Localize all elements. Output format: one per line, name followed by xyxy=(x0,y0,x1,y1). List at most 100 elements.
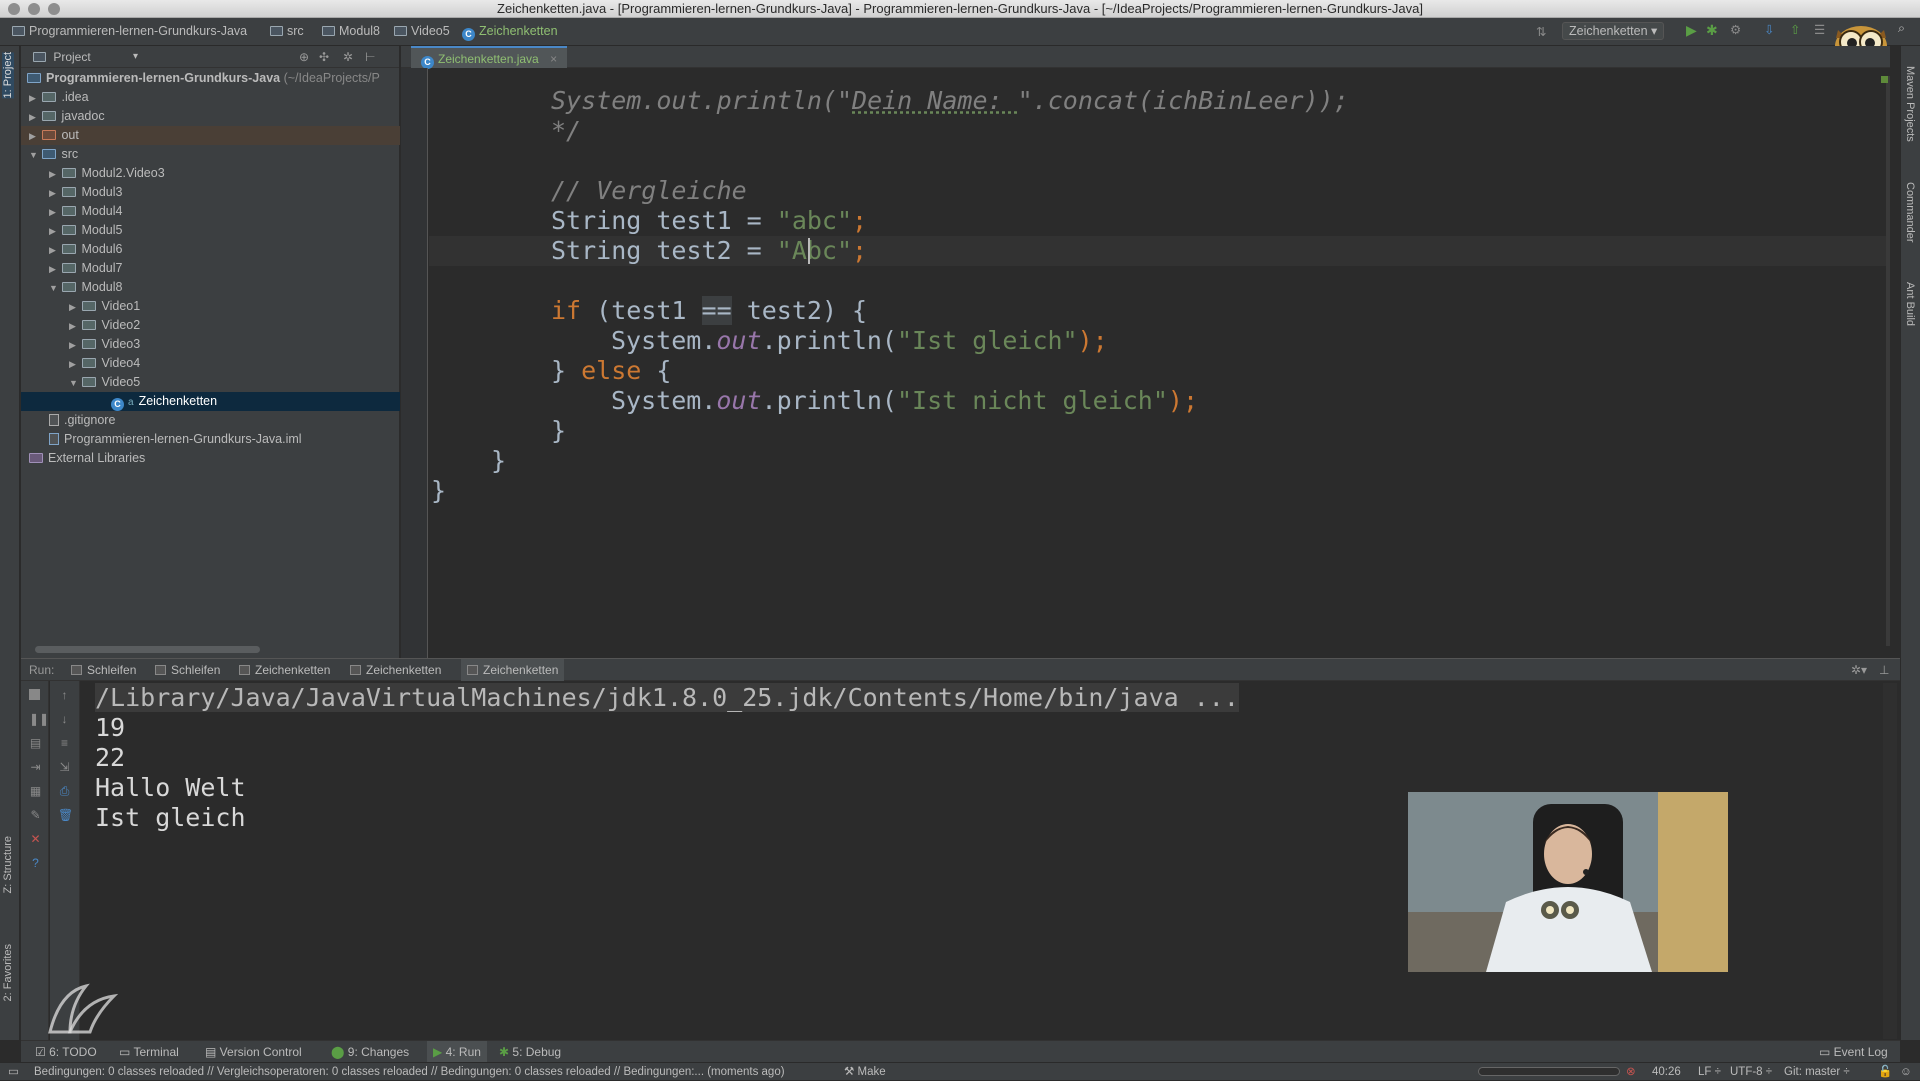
console-line[interactable]: 22 xyxy=(95,743,125,773)
hide-panel-icon[interactable]: ⊥ xyxy=(1879,659,1889,681)
breadcrumb-src[interactable]: src xyxy=(270,24,304,38)
chevron-down-icon[interactable]: ▼ xyxy=(69,374,79,393)
stop-icon[interactable] xyxy=(29,689,40,700)
arrow-up-icon[interactable]: ↑ xyxy=(58,689,71,702)
console-line[interactable]: /Library/Java/JavaVirtualMachines/jdk1.8… xyxy=(95,683,1239,713)
tree-item-modul5[interactable]: ▶ Modul5 xyxy=(21,221,400,240)
code-area[interactable]: System.out.println("Dein Name: ".concat(… xyxy=(401,46,1890,658)
dump-threads-icon[interactable]: ▤ xyxy=(29,737,42,750)
chevron-right-icon[interactable]: ▶ xyxy=(69,355,79,374)
exit-icon[interactable]: ⇥ xyxy=(29,761,42,774)
hide-panel-icon[interactable]: ⊢ xyxy=(365,46,375,68)
chevron-right-icon[interactable]: ▶ xyxy=(29,108,39,127)
tree-item-video2[interactable]: ▶ Video2 xyxy=(21,316,400,335)
changes-tab[interactable]: ⬤ 9: Changes xyxy=(331,1041,409,1063)
chevron-right-icon[interactable]: ▶ xyxy=(49,260,59,279)
file-encoding[interactable]: UTF-8 ÷ xyxy=(1730,1063,1772,1081)
gear-icon[interactable]: ✲▾ xyxy=(1851,659,1867,681)
close-window-button[interactable] xyxy=(8,3,20,15)
tree-item-modul3[interactable]: ▶ Modul3 xyxy=(21,183,400,202)
console-line[interactable]: Hallo Welt xyxy=(95,773,246,803)
horizontal-scrollbar[interactable] xyxy=(35,646,260,653)
project-tool-tab[interactable]: 1: Project xyxy=(2,52,14,99)
status-toggle-icon[interactable]: ▭ xyxy=(8,1063,19,1081)
console-scrollbar[interactable] xyxy=(1883,683,1897,1039)
soft-wrap-icon[interactable]: ≡ xyxy=(58,737,71,750)
chevron-down-icon[interactable]: ▼ xyxy=(49,279,59,298)
locate-icon[interactable]: ⊕ xyxy=(299,46,309,68)
tree-item-javadoc[interactable]: ▶ javadoc xyxy=(21,107,400,126)
tree-item-modul4[interactable]: ▶ Modul4 xyxy=(21,202,400,221)
run-tab-schleifen-2[interactable]: Schleifen xyxy=(155,659,220,681)
gear-icon[interactable]: ✲ xyxy=(343,46,353,68)
tree-item-modul8[interactable]: ▼ Modul8 xyxy=(21,278,400,297)
breadcrumb-video5[interactable]: Video5 xyxy=(394,24,450,38)
tree-item-iml[interactable]: Programmieren-lernen-Grundkurs-Java.iml xyxy=(21,430,400,449)
maven-tool-tab[interactable]: Maven Projects xyxy=(1904,66,1916,142)
ant-build-tool-tab[interactable]: Ant Build xyxy=(1904,282,1916,326)
chevron-down-icon[interactable]: ▼ xyxy=(29,146,39,165)
make-status[interactable]: ⚒ Make xyxy=(844,1063,886,1081)
breadcrumb-project[interactable]: Programmieren-lernen-Grundkurs-Java xyxy=(12,24,247,38)
run-tool-tab[interactable]: ▶ 4: Run xyxy=(427,1041,487,1063)
chevron-right-icon[interactable]: ▶ xyxy=(69,317,79,336)
run-tab-zeichenketten-1[interactable]: Zeichenketten xyxy=(239,659,330,681)
inspection-status-icon[interactable] xyxy=(1881,76,1888,83)
tree-item-out[interactable]: ▶ out xyxy=(21,126,400,145)
git-branch[interactable]: Git: master ÷ xyxy=(1784,1063,1850,1081)
vcs-commit-icon[interactable]: ⇧ xyxy=(1790,22,1800,37)
tree-item-modul6[interactable]: ▶ Modul6 xyxy=(21,240,400,259)
tree-item-video5[interactable]: ▼ Video5 xyxy=(21,373,400,392)
coverage-icon[interactable]: ⚙ xyxy=(1730,22,1741,37)
minimize-window-button[interactable] xyxy=(28,3,40,15)
run-tab-zeichenketten-3[interactable]: Zeichenketten xyxy=(461,659,565,681)
tree-root[interactable]: Programmieren-lernen-Grundkurs-Java (~/I… xyxy=(21,69,400,88)
chevron-right-icon[interactable]: ▶ xyxy=(49,165,59,184)
console-line[interactable]: 19 xyxy=(95,713,125,743)
tree-item-video4[interactable]: ▶ Video4 xyxy=(21,354,400,373)
sort-icon[interactable]: ⇅ xyxy=(1536,24,1546,39)
zoom-window-button[interactable] xyxy=(48,3,60,15)
chevron-right-icon[interactable]: ▶ xyxy=(69,298,79,317)
commander-tool-tab[interactable]: Commander xyxy=(1904,182,1916,243)
layout-icon[interactable]: ▦ xyxy=(29,785,42,798)
arrow-down-icon[interactable]: ↓ xyxy=(58,713,71,726)
todo-tab[interactable]: ☑ 6: TODO xyxy=(35,1041,97,1063)
error-icon[interactable]: ⊗ xyxy=(1626,1063,1636,1081)
project-view-select[interactable]: Project xyxy=(53,50,90,64)
trash-icon[interactable]: 🗑 xyxy=(58,809,73,822)
chevron-right-icon[interactable]: ▶ xyxy=(29,127,39,146)
chevron-right-icon[interactable]: ▶ xyxy=(29,89,39,108)
chevron-right-icon[interactable]: ▶ xyxy=(49,184,59,203)
tree-item-modul2-video3[interactable]: ▶ Modul2.Video3 xyxy=(21,164,400,183)
lock-icon[interactable]: 🔓 xyxy=(1878,1063,1892,1081)
chevron-right-icon[interactable]: ▶ xyxy=(49,203,59,222)
tree-item-src[interactable]: ▼ src xyxy=(21,145,400,164)
run-tab-zeichenketten-2[interactable]: Zeichenketten xyxy=(350,659,441,681)
run-tab-schleifen-1[interactable]: Schleifen xyxy=(71,659,136,681)
favorites-tool-tab[interactable]: 2: Favorites xyxy=(2,944,14,1001)
search-icon[interactable]: ⌕ xyxy=(1898,21,1905,36)
help-icon[interactable]: ? xyxy=(29,857,42,870)
editor-scrollbar[interactable] xyxy=(1886,76,1890,646)
structure-tool-tab[interactable]: Z: Structure xyxy=(2,836,14,893)
inspector-icon[interactable]: ☺ xyxy=(1900,1063,1912,1081)
vcs-update-icon[interactable]: ⇩ xyxy=(1764,22,1774,37)
tree-item-gitignore[interactable]: .gitignore xyxy=(21,411,400,430)
tree-item-idea[interactable]: ▶ .idea xyxy=(21,88,400,107)
console-line[interactable]: Ist gleich xyxy=(95,803,246,833)
tree-item-video1[interactable]: ▶ Video1 xyxy=(21,297,400,316)
chevron-right-icon[interactable]: ▶ xyxy=(49,222,59,241)
tree-item-external-libraries[interactable]: External Libraries xyxy=(21,449,400,468)
collapse-icon[interactable]: ✣ xyxy=(319,46,329,68)
tree-item-video3[interactable]: ▶ Video3 xyxy=(21,335,400,354)
caret-position[interactable]: 40:26 xyxy=(1652,1063,1681,1081)
pause-icon[interactable]: ❚❚ xyxy=(29,713,49,726)
print-icon[interactable]: ⎙ xyxy=(58,785,71,798)
tree-item-modul7[interactable]: ▶ Modul7 xyxy=(21,259,400,278)
status-message[interactable]: Bedingungen: 0 classes reloaded // Vergl… xyxy=(34,1063,785,1081)
run-config-select[interactable]: Zeichenketten ▾ xyxy=(1562,22,1665,40)
run-icon[interactable]: ▶ xyxy=(1686,22,1697,39)
pin-icon[interactable]: ✎ xyxy=(29,809,42,822)
memory-indicator[interactable] xyxy=(1478,1067,1620,1076)
